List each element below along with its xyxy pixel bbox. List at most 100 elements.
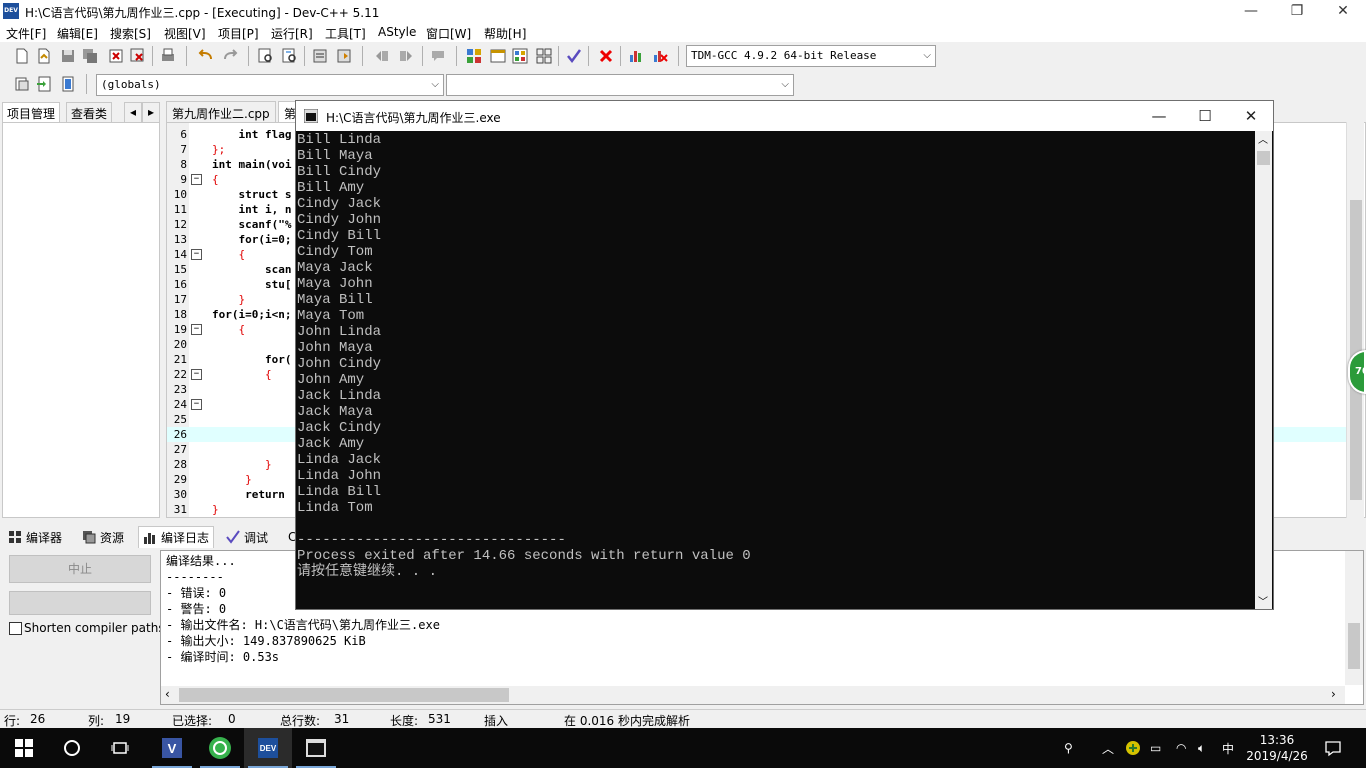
symbol-select[interactable]: ⌵ — [446, 74, 794, 96]
tab-resources[interactable]: 资源 — [78, 526, 128, 548]
menu-project[interactable]: 项目[P] — [218, 25, 259, 42]
menu-tools[interactable]: 工具[T] — [325, 25, 366, 42]
tray-expand-icon[interactable]: ︿ — [1102, 728, 1114, 768]
compiler-select[interactable]: TDM-GCC 4.9.2 64-bit Release ⌵ — [686, 45, 936, 67]
tab-debug-label: 调试 — [244, 530, 269, 545]
menu-file[interactable]: 文件[F] — [6, 25, 46, 42]
battery-icon[interactable]: ▭ — [1150, 728, 1161, 768]
abort-button[interactable]: 中止 — [9, 555, 151, 583]
menu-window[interactable]: 窗口[W] — [426, 25, 471, 42]
restore-button[interactable]: ❐ — [1274, 0, 1320, 22]
tray-app-icon[interactable] — [1125, 728, 1141, 768]
fold-toggle-icon[interactable]: − — [191, 324, 202, 335]
log-vertical-scrollbar[interactable] — [1345, 551, 1363, 685]
stop-execution-icon[interactable] — [596, 46, 616, 66]
open-file-icon[interactable] — [34, 46, 54, 66]
find-icon[interactable] — [256, 46, 276, 66]
toggle-bookmark-icon[interactable] — [58, 74, 78, 94]
profile-chart-icon[interactable] — [626, 46, 646, 66]
taskbar-devcpp[interactable]: DEV — [244, 728, 292, 768]
progress-bar — [9, 591, 151, 615]
shorten-paths-checkbox[interactable] — [9, 622, 22, 635]
tab-compiler[interactable]: 编译器 — [4, 526, 66, 548]
tab-file-homework-2[interactable]: 第九周作业二.cpp — [166, 101, 276, 122]
window-icon[interactable] — [488, 46, 508, 66]
console-output-line: Process exited after 14.66 seconds with … — [297, 548, 751, 564]
tab-project-manager[interactable]: 项目管理 — [2, 102, 61, 122]
console-close-button[interactable]: ✕ — [1228, 101, 1274, 131]
new-file-icon[interactable] — [12, 46, 32, 66]
tile-windows-icon[interactable] — [534, 46, 554, 66]
ime-indicator[interactable]: 中 — [1222, 728, 1234, 768]
scroll-right-icon[interactable]: › — [1331, 687, 1336, 701]
line-number: 25 — [173, 413, 187, 426]
delete-profile-icon[interactable] — [650, 46, 670, 66]
close-file-icon[interactable] — [106, 46, 126, 66]
menu-edit[interactable]: 编辑[E] — [57, 25, 98, 42]
bookmark-icon[interactable] — [334, 46, 354, 66]
goto-definition-icon[interactable] — [34, 74, 54, 94]
people-icon[interactable]: ⚲ — [1064, 728, 1073, 768]
tab-compile-log[interactable]: 编译日志 — [138, 526, 215, 548]
minimize-button[interactable]: — — [1228, 0, 1274, 22]
project-tree[interactable] — [2, 122, 160, 518]
taskbar-visio[interactable]: V — [148, 728, 196, 768]
window-title: H:\C语言代码\第九周作业三.cpp - [Executing] - Dev-… — [25, 6, 380, 20]
taskbar-console[interactable] — [292, 728, 340, 768]
menu-astyle[interactable]: AStyle — [378, 25, 416, 39]
menu-search[interactable]: 搜索[S] — [110, 25, 151, 42]
toggle-comment-icon[interactable] — [428, 46, 448, 66]
console-window[interactable]: H:\C语言代码\第九周作业三.exe — ☐ ✕ Bill Linda Bill… — [295, 100, 1274, 610]
fold-toggle-icon[interactable]: − — [191, 174, 202, 185]
close-button[interactable]: ✕ — [1320, 0, 1366, 22]
scope-select[interactable]: (globals) ⌵ — [96, 74, 444, 96]
editor-vertical-scrollbar[interactable] — [1346, 122, 1364, 518]
save-all-icon[interactable] — [80, 46, 100, 66]
code-text: for( — [212, 353, 292, 366]
undo-icon[interactable] — [196, 46, 216, 66]
class-browser-icon[interactable] — [510, 46, 530, 66]
scrollbar-thumb[interactable] — [1257, 151, 1270, 165]
console-title-bar: H:\C语言代码\第九周作业三.exe — ☐ ✕ — [296, 101, 1273, 131]
scrollbar-thumb[interactable] — [1348, 623, 1360, 669]
tab-compiler-label: 编译器 — [26, 530, 63, 545]
scroll-up-icon[interactable]: ︿ — [1258, 131, 1268, 146]
check-syntax-icon[interactable] — [564, 46, 584, 66]
menu-run[interactable]: 运行[R] — [271, 25, 313, 42]
menu-view[interactable]: 视图[V] — [164, 25, 206, 42]
tab-debug[interactable]: 调试 — [222, 526, 272, 548]
tab-class-view[interactable]: 查看类 — [66, 102, 113, 122]
save-icon[interactable] — [58, 46, 78, 66]
fold-toggle-icon[interactable]: − — [191, 249, 202, 260]
notification-icon[interactable] — [1324, 728, 1342, 768]
print-icon[interactable] — [158, 46, 178, 66]
fold-toggle-icon[interactable]: − — [191, 399, 202, 410]
close-all-icon[interactable] — [128, 46, 148, 66]
scroll-left-icon[interactable]: ◂ — [124, 102, 142, 122]
scroll-right-icon[interactable]: ▸ — [142, 102, 160, 122]
clock-time: 13:36 — [1259, 733, 1295, 747]
volume-icon[interactable]: 🔈︎ — [1198, 728, 1205, 768]
insert-icon[interactable] — [12, 74, 32, 94]
console-maximize-button[interactable]: ☐ — [1182, 101, 1228, 131]
menu-help[interactable]: 帮助[H] — [484, 25, 526, 42]
unindent-icon[interactable] — [372, 46, 392, 66]
clock[interactable]: 13:36 2019/4/26 — [1244, 728, 1310, 768]
fold-toggle-icon[interactable]: − — [191, 369, 202, 380]
scrollbar-thumb[interactable] — [179, 688, 509, 702]
log-horizontal-scrollbar[interactable]: ‹ › — [161, 686, 1345, 704]
indent-icon[interactable] — [396, 46, 416, 66]
console-scrollbar[interactable]: ︿ ﹀ — [1255, 131, 1272, 609]
console-minimize-button[interactable]: — — [1136, 101, 1182, 131]
scroll-down-icon[interactable]: ﹀ — [1258, 593, 1268, 608]
goto-line-icon[interactable] — [310, 46, 330, 66]
project-new-icon[interactable] — [464, 46, 484, 66]
search-button[interactable] — [48, 728, 96, 768]
taskbar-browser[interactable] — [196, 728, 244, 768]
redo-icon[interactable] — [220, 46, 240, 66]
task-view-button[interactable] — [96, 728, 144, 768]
wifi-icon[interactable]: ◠ — [1176, 728, 1186, 768]
replace-icon[interactable] — [280, 46, 300, 66]
scroll-left-icon[interactable]: ‹ — [165, 687, 170, 701]
start-button[interactable] — [0, 728, 48, 768]
